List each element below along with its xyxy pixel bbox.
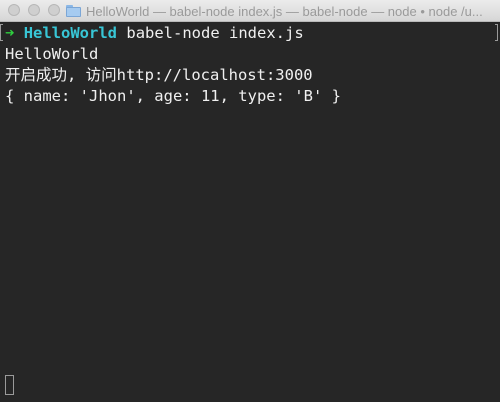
window-title: HelloWorld — babel-node index.js — babel… — [66, 3, 483, 19]
maximize-button[interactable] — [48, 4, 60, 16]
terminal-window: HelloWorld — babel-node index.js — babel… — [0, 0, 500, 402]
output-line-2: 开启成功, 访问http://localhost:3000 — [5, 66, 313, 84]
output-line-1: HelloWorld — [5, 45, 99, 63]
prompt-line: ➜ HelloWorld babel-node index.js — [5, 23, 500, 44]
folder-icon — [66, 5, 81, 17]
prompt-arrow-icon: ➜ — [5, 24, 15, 42]
prompt-command: babel-node index.js — [126, 24, 304, 42]
terminal-cursor — [5, 375, 14, 395]
close-button[interactable] — [8, 4, 20, 16]
title-bar[interactable]: HelloWorld — babel-node index.js — babel… — [0, 0, 500, 22]
prompt-directory: HelloWorld — [23, 24, 118, 42]
minimize-button[interactable] — [28, 4, 40, 16]
output-line-3: { name: 'Jhon', age: 11, type: 'B' } — [5, 87, 341, 105]
window-title-text: HelloWorld — babel-node index.js — babel… — [86, 3, 483, 19]
terminal-content[interactable]: ➜ HelloWorld babel-node index.js HelloWo… — [0, 22, 500, 402]
